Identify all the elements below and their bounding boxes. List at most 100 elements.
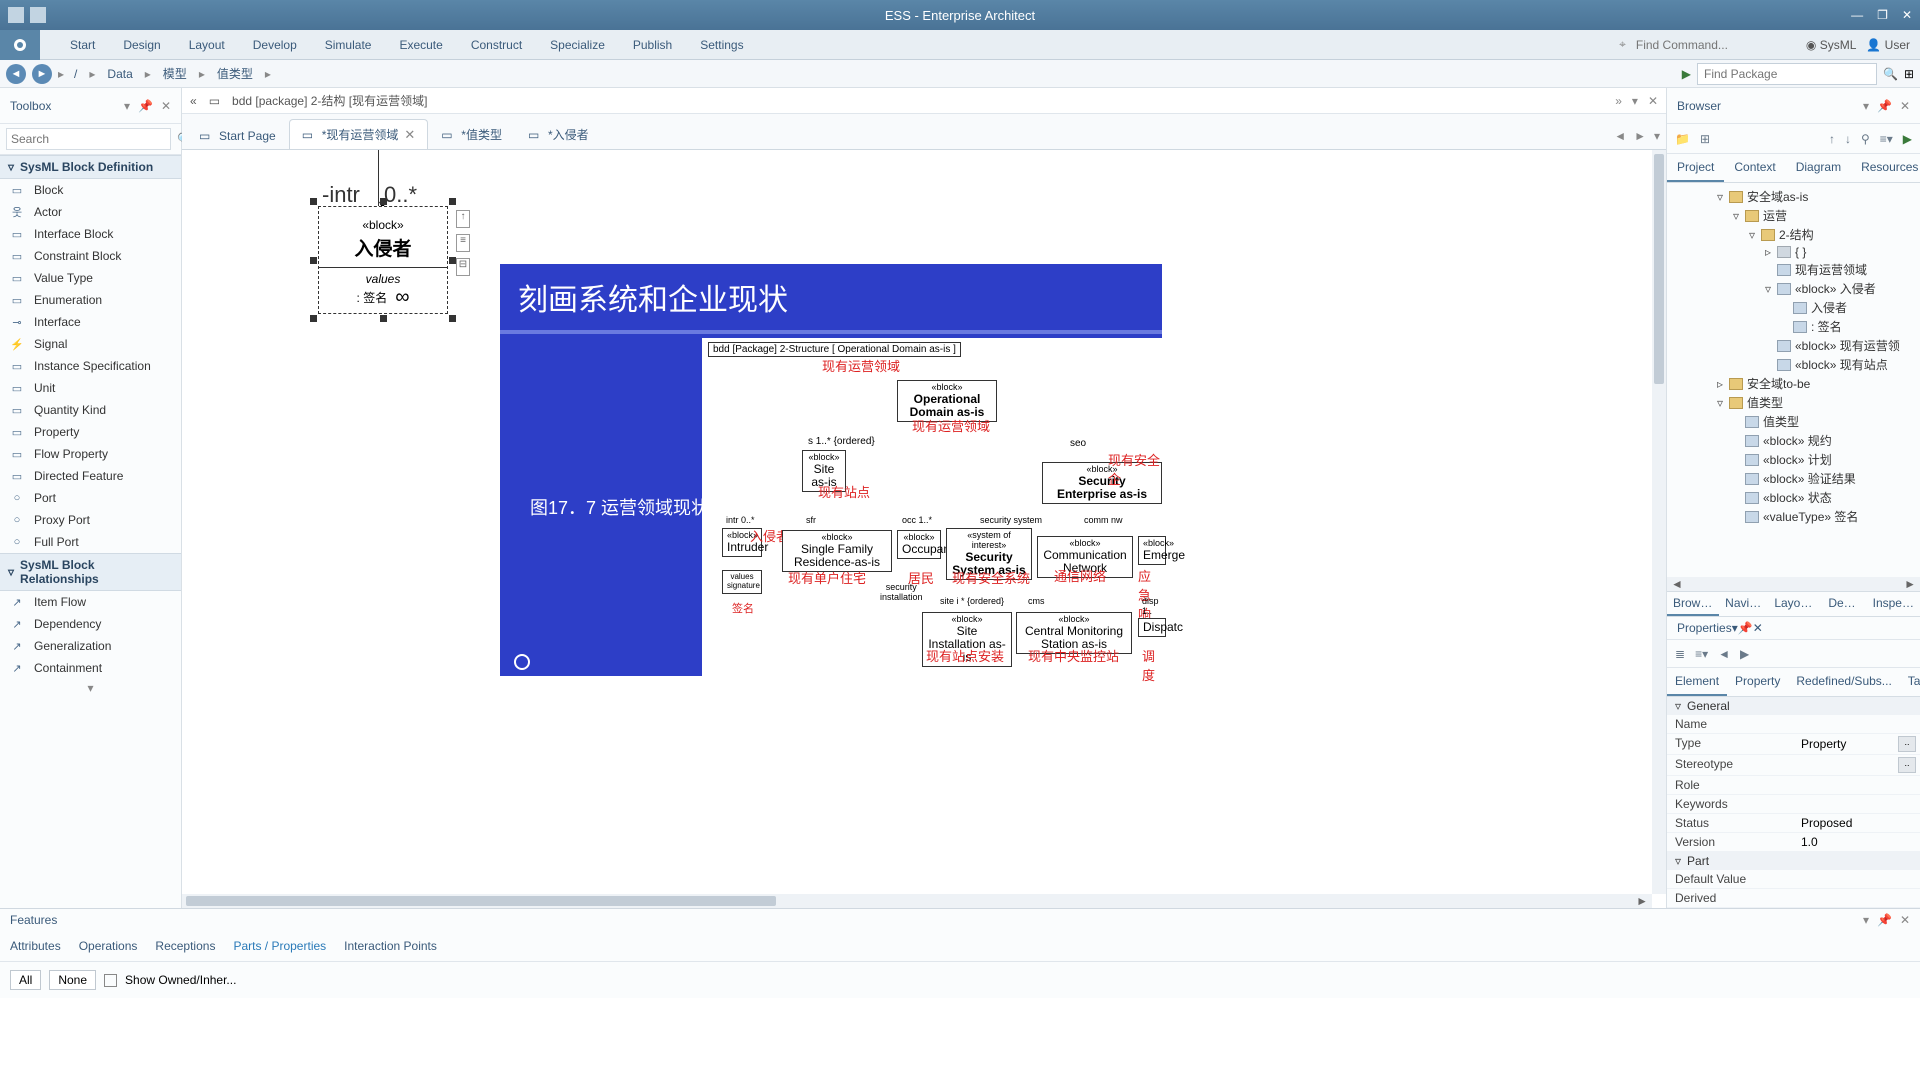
close-icon[interactable]: ✕ xyxy=(1753,621,1763,635)
up-icon[interactable]: ↑ xyxy=(1829,132,1835,146)
horizontal-scrollbar[interactable]: ◄► xyxy=(182,894,1652,908)
toolbox-group-block-rel[interactable]: ▿SysML Block Relationships xyxy=(0,553,181,591)
tree-scrollbar[interactable]: ◄► xyxy=(1667,577,1920,591)
browser-bottom-tab[interactable]: Inspec... xyxy=(1867,592,1920,616)
ribbon-tab-specialize[interactable]: Specialize xyxy=(550,32,605,58)
toolbox-item[interactable]: ▭Instance Specification xyxy=(0,355,181,377)
pin-icon[interactable]: 📌 xyxy=(1877,913,1892,927)
diagram-tab[interactable]: ▭Start Page xyxy=(186,122,289,149)
folder-icon[interactable]: 📁 xyxy=(1675,132,1690,146)
toolbox-item[interactable]: ↗Dependency xyxy=(0,613,181,635)
tree-node[interactable]: ▿2-结构 xyxy=(1667,225,1920,244)
tree-node[interactable]: «block» 现有站点 xyxy=(1667,355,1920,374)
ribbon-tab-develop[interactable]: Develop xyxy=(253,32,297,58)
minimize-icon[interactable]: — xyxy=(1851,8,1863,22)
ribbon-tab-simulate[interactable]: Simulate xyxy=(325,32,372,58)
tree-node[interactable]: «block» 验证结果 xyxy=(1667,469,1920,488)
expand-icon[interactable]: » xyxy=(1615,94,1622,108)
collapse-icon[interactable]: « xyxy=(190,94,197,108)
show-owned-checkbox[interactable] xyxy=(104,974,117,987)
tree-node[interactable]: ▿安全域as-is xyxy=(1667,187,1920,206)
diagram-tab[interactable]: ▭*值类型 xyxy=(428,119,515,149)
tree-node[interactable]: ▿运营 xyxy=(1667,206,1920,225)
toolbox-item[interactable]: ▭Interface Block xyxy=(0,223,181,245)
toolbox-item[interactable]: ▭Property xyxy=(0,421,181,443)
dropdown-icon[interactable]: ▾ xyxy=(1632,94,1638,108)
browser-tab[interactable]: Project xyxy=(1667,154,1724,182)
breadcrumb[interactable]: /▸Data▸模型▸值类型▸ xyxy=(70,65,275,82)
tree-node[interactable]: ▹安全域to-be xyxy=(1667,374,1920,393)
toolbox-item[interactable]: ○Port xyxy=(0,487,181,509)
close-icon[interactable]: ✕ xyxy=(1648,94,1658,108)
menu-icon[interactable]: ≡▾ xyxy=(1695,647,1708,661)
filter-all-button[interactable]: All xyxy=(10,970,41,990)
toolbox-item[interactable]: ↗Containment xyxy=(0,657,181,679)
tree-node[interactable]: 值类型 xyxy=(1667,412,1920,431)
project-tree[interactable]: ▿安全域as-is▿运营▿2-结构▹{ }现有运营领域▿«block» 入侵者入… xyxy=(1667,183,1920,577)
tree-node[interactable]: ▿«block» 入侵者 xyxy=(1667,279,1920,298)
toolbox-item[interactable]: ⊸Interface xyxy=(0,311,181,333)
features-tab[interactable]: Attributes xyxy=(10,935,61,957)
tree-node[interactable]: «block» 状态 xyxy=(1667,488,1920,507)
back-icon[interactable]: ◄ xyxy=(1718,647,1730,661)
forward-icon[interactable]: ▶ xyxy=(1903,132,1912,146)
features-tab[interactable]: Receptions xyxy=(155,935,215,957)
toolbox-item[interactable]: ▭Enumeration xyxy=(0,289,181,311)
diagram-tab[interactable]: ▭*入侵者 xyxy=(515,119,602,149)
filter-icon[interactable]: ⊞ xyxy=(1904,67,1914,81)
ribbon-tab-execute[interactable]: Execute xyxy=(399,32,442,58)
new-icon[interactable]: ⊞ xyxy=(1700,132,1710,146)
ribbon-tab-design[interactable]: Design xyxy=(123,32,160,58)
find-package-input[interactable] xyxy=(1697,63,1877,85)
vertical-scrollbar[interactable] xyxy=(1652,150,1666,894)
maximize-icon[interactable]: ❐ xyxy=(1877,8,1888,22)
properties-tab[interactable]: Redefined/Subs... xyxy=(1788,668,1899,696)
selected-block[interactable]: «block»入侵者 values : 签名∞ xyxy=(318,206,448,314)
toolbox-group-block-def[interactable]: ▿SysML Block Definition xyxy=(0,155,181,179)
quick-tools[interactable]: ↑≡⊟ xyxy=(456,210,470,276)
browser-bottom-tab[interactable]: Layout... xyxy=(1768,592,1822,616)
user-indicator[interactable]: 👤 User xyxy=(1866,38,1910,52)
close-icon[interactable]: ✕ xyxy=(404,127,415,143)
nav-back-button[interactable]: ◄ xyxy=(6,64,26,84)
toolbox-item[interactable]: ↗Item Flow xyxy=(0,591,181,613)
toolbox-item[interactable]: ⚡Signal xyxy=(0,333,181,355)
tree-node[interactable]: ▹{ } xyxy=(1667,244,1920,260)
play-icon[interactable]: ▶ xyxy=(1682,67,1691,81)
browser-tab[interactable]: Resources xyxy=(1851,154,1920,182)
features-tab[interactable]: Operations xyxy=(79,935,138,957)
tree-node[interactable]: 入侵者 xyxy=(1667,298,1920,317)
toolbox-item[interactable]: ▭Constraint Block xyxy=(0,245,181,267)
browser-bottom-tab[interactable]: Navig... xyxy=(1719,592,1768,616)
diagram-canvas[interactable]: -intr 0..* ▾ «block»入侵者 values : 签名∞ ↑≡⊟… xyxy=(182,150,1666,908)
toolbox-item[interactable]: ▭Flow Property xyxy=(0,443,181,465)
close-icon[interactable]: ✕ xyxy=(1902,8,1912,22)
ribbon-tab-construct[interactable]: Construct xyxy=(471,32,522,58)
down-icon[interactable]: ↓ xyxy=(1845,132,1851,146)
ribbon-tab-publish[interactable]: Publish xyxy=(633,32,672,58)
pin-icon[interactable]: 📌 xyxy=(1738,621,1753,635)
toolbox-item[interactable]: ▭Value Type xyxy=(0,267,181,289)
tree-node[interactable]: «block» 计划 xyxy=(1667,450,1920,469)
find-command-input[interactable] xyxy=(1636,38,1796,52)
ribbon-tab-start[interactable]: Start xyxy=(70,32,95,58)
properties-tab[interactable]: Tags xyxy=(1900,668,1920,696)
tree-node[interactable]: 现有运营领域 xyxy=(1667,260,1920,279)
tree-node[interactable]: ▿值类型 xyxy=(1667,393,1920,412)
pin-icon[interactable]: 📌 xyxy=(1877,99,1892,113)
ribbon-tab-settings[interactable]: Settings xyxy=(700,32,743,58)
toolbox-item[interactable]: ▭Block xyxy=(0,179,181,201)
dropdown-icon[interactable]: ▾ xyxy=(1863,99,1869,113)
toolbox-item[interactable]: ▭Directed Feature xyxy=(0,465,181,487)
tree-node[interactable]: «block» 规约 xyxy=(1667,431,1920,450)
tree-node[interactable]: «block» 现有运营领 xyxy=(1667,336,1920,355)
toolbox-item[interactable]: ▭Unit xyxy=(0,377,181,399)
app-menu-button[interactable] xyxy=(0,30,40,60)
tree-node[interactable]: : 签名 xyxy=(1667,317,1920,336)
toolbox-item[interactable]: 웃Actor xyxy=(0,201,181,223)
features-tab[interactable]: Interaction Points xyxy=(344,935,437,957)
close-icon[interactable]: ✕ xyxy=(161,99,171,113)
diagram-tab[interactable]: ▭*现有运营领域✕ xyxy=(289,119,429,149)
forward-icon[interactable]: ▶ xyxy=(1740,647,1749,661)
menu-icon[interactable]: ≡▾ xyxy=(1880,132,1893,146)
